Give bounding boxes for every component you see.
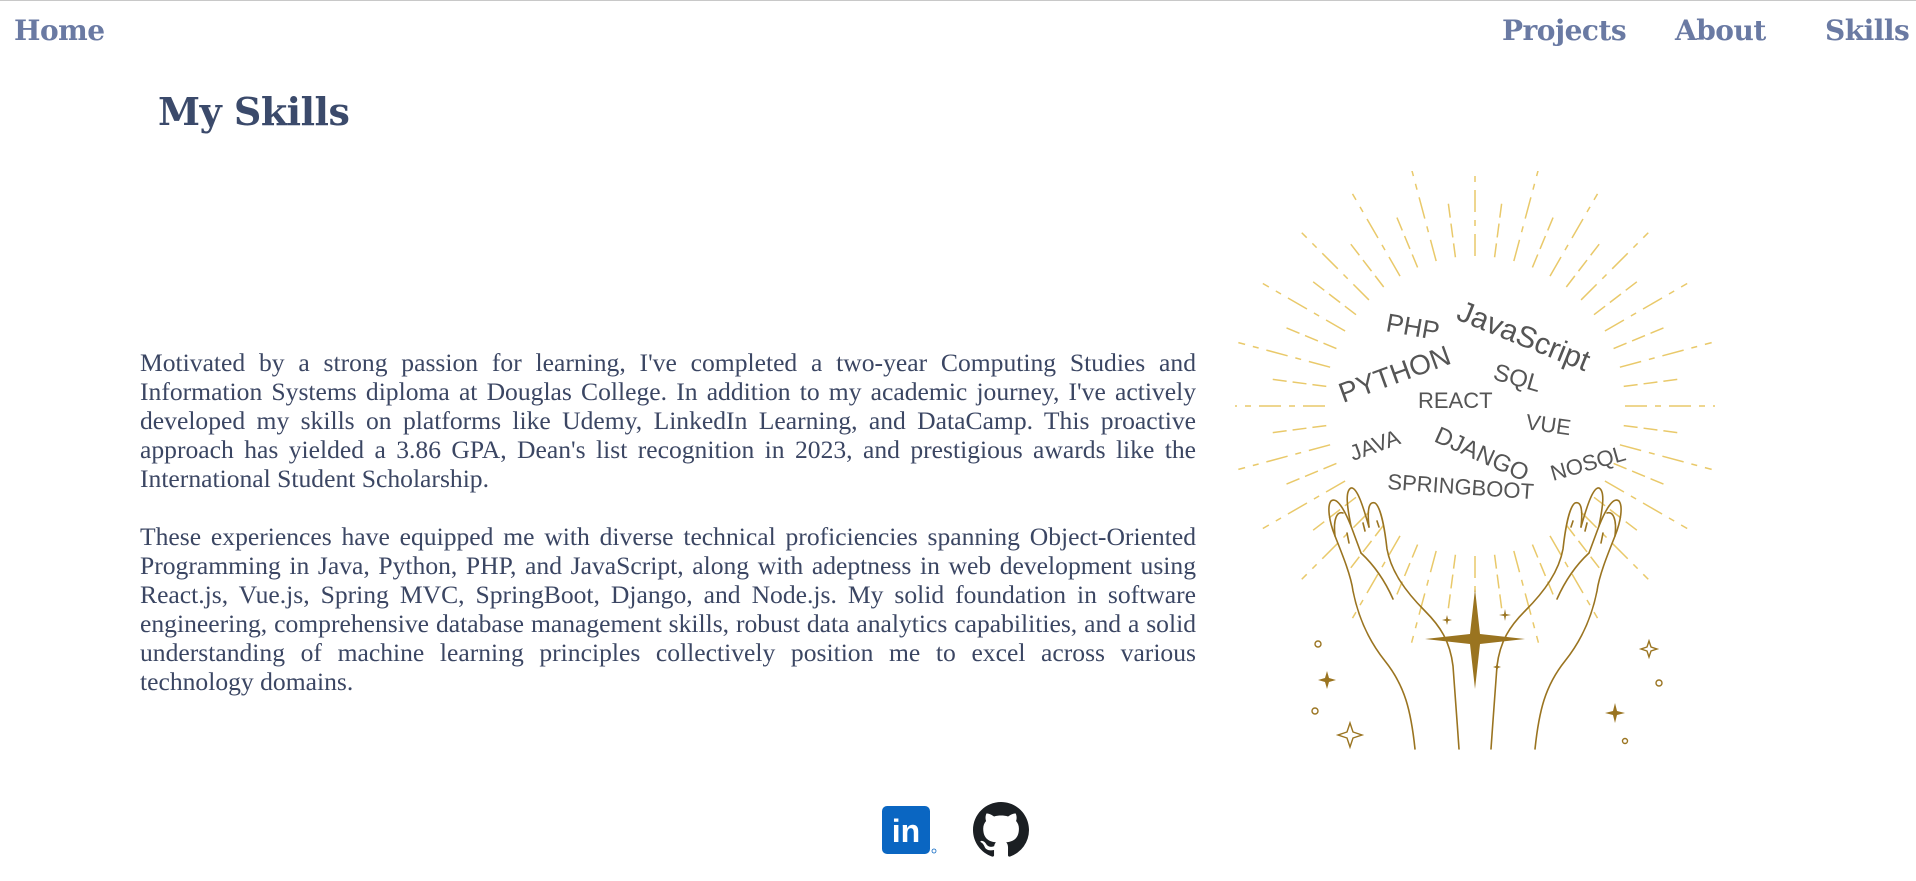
skills-description: Motivated by a strong passion for learni… [140, 348, 1196, 725]
skills-word-cloud: PHP JavaScriptPYTHON SQLREACTVUEJAVA DJANGO… [1334, 295, 1628, 504]
skill-word: PHP [1384, 307, 1442, 346]
nav-about-link[interactable]: About [1675, 14, 1766, 47]
page-title: My Skills [158, 89, 350, 134]
nav-projects-link[interactable]: Projects [1502, 14, 1627, 47]
linkedin-link[interactable]: in [882, 804, 938, 856]
skill-word: JAVA [1346, 424, 1403, 465]
skill-word: SQL [1490, 359, 1544, 398]
sparkle-outlines [1311, 638, 1663, 750]
skills-illustration: PHP JavaScript PYTHON SQL REACT VUE JAVA DJANGO… [1235, 171, 1715, 751]
top-nav: Home Projects About Skills [0, 1, 1916, 61]
sparkle-stars [1318, 589, 1625, 723]
skill-word: VUE [1524, 409, 1572, 440]
skill-word: REACT [1418, 388, 1493, 413]
nav-skills-link[interactable]: Skills [1825, 14, 1910, 47]
skills-paragraph-technical: These experiences have equipped me with … [140, 522, 1196, 696]
github-link[interactable] [973, 802, 1029, 858]
nav-home-link[interactable]: Home [14, 14, 105, 47]
skill-word: NOSQL [1547, 441, 1628, 486]
skills-paragraph-education: Motivated by a strong passion for learni… [140, 348, 1196, 493]
svg-text:in: in [892, 813, 920, 849]
linkedin-icon: in [882, 806, 937, 854]
github-icon [973, 802, 1029, 857]
